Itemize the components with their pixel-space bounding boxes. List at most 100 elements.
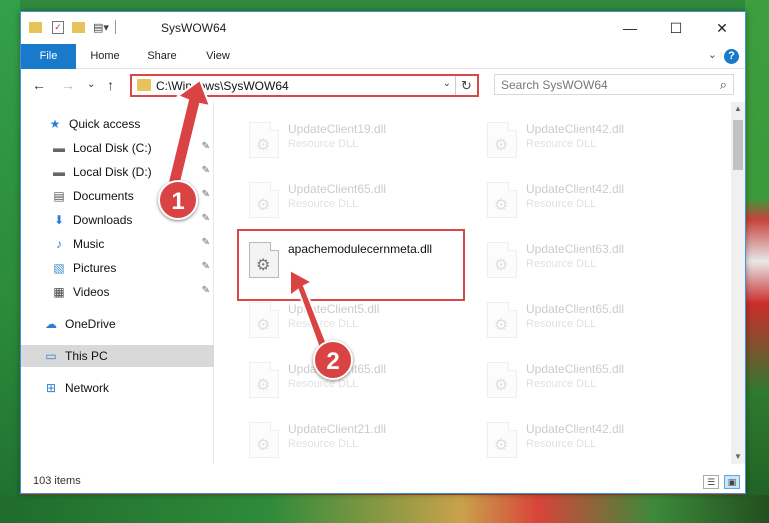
- help-icon[interactable]: ?: [724, 49, 739, 64]
- sidebar-item-music[interactable]: ♪ Music ✎: [21, 233, 214, 255]
- customize-toolbar-icon[interactable]: ▤▾: [93, 21, 109, 34]
- gear-icon: ⚙: [494, 197, 509, 214]
- desktop-background-left: [0, 0, 20, 523]
- gear-icon: ⚙: [256, 197, 271, 214]
- file-item[interactable]: ⚙ UpdateClient21.dll Resource DLL: [237, 416, 463, 464]
- step-badge-1: 1: [158, 180, 198, 220]
- pin-icon[interactable]: ✎: [202, 285, 210, 296]
- sidebar-item-label: OneDrive: [65, 317, 116, 331]
- file-item[interactable]: ⚙ UpdateClient65.dll Resource DLL: [475, 356, 701, 412]
- scroll-down-icon[interactable]: ▼: [731, 450, 745, 464]
- file-item[interactable]: ⚙ UpdateClient19.dll Resource DLL: [237, 116, 463, 172]
- dll-file-icon: ⚙: [487, 182, 517, 218]
- ribbon-tabs: File Home Share View ⌄ ?: [21, 44, 745, 69]
- pin-icon[interactable]: ✎: [202, 141, 210, 152]
- address-path[interactable]: C:\Windows\SysWOW64: [156, 79, 289, 93]
- file-type: Resource DLL: [288, 198, 359, 210]
- music-icon: ♪: [56, 237, 62, 251]
- title-bar: ✓ ▤▾ SysWOW64 — ☐ ✕: [21, 12, 745, 44]
- sidebar-item-local-disk-d[interactable]: ▬ Local Disk (D:) ✎: [21, 161, 214, 183]
- folder-icon: [29, 21, 42, 33]
- file-type: Resource DLL: [526, 318, 597, 330]
- forward-button[interactable]: →: [61, 77, 75, 93]
- tab-share[interactable]: Share: [139, 44, 185, 69]
- chevron-down-icon[interactable]: ⌄: [708, 48, 717, 61]
- pin-icon[interactable]: ✎: [202, 237, 210, 248]
- file-item[interactable]: ⚙ UpdateClient42.dll Resource DLL: [475, 116, 701, 172]
- documents-icon: ▤: [53, 189, 65, 203]
- tab-file[interactable]: File: [21, 44, 76, 69]
- quick-access-toolbar: ✓ ▤▾: [29, 20, 116, 34]
- recent-locations-button[interactable]: ⌄: [87, 79, 95, 90]
- vertical-scrollbar[interactable]: ▲ ▼: [731, 102, 745, 464]
- tab-view[interactable]: View: [196, 44, 240, 69]
- pin-icon[interactable]: ✎: [202, 165, 210, 176]
- sidebar-item-label: Pictures: [73, 261, 117, 275]
- sidebar-item-onedrive[interactable]: ☁ OneDrive: [21, 313, 214, 335]
- dll-file-icon: ⚙: [249, 182, 279, 218]
- sidebar-item-label: Network: [65, 381, 110, 395]
- new-folder-icon[interactable]: [72, 21, 85, 33]
- scroll-up-icon[interactable]: ▲: [731, 102, 745, 116]
- file-item[interactable]: ⚙ UpdateClient63.dll Resource DLL: [475, 236, 701, 292]
- sidebar-item-this-pc[interactable]: ▭ This PC: [21, 345, 214, 367]
- sidebar-item-network[interactable]: ⊞ Network: [21, 377, 214, 399]
- pin-icon[interactable]: ✎: [202, 261, 210, 272]
- dll-file-icon: ⚙: [249, 302, 279, 338]
- dll-file-icon: ⚙: [487, 242, 517, 278]
- dll-file-icon: ⚙: [487, 302, 517, 338]
- computer-icon: ▭: [45, 349, 57, 363]
- dll-file-icon: ⚙: [249, 122, 279, 158]
- refresh-button[interactable]: ↻: [455, 76, 477, 95]
- details-view-icon[interactable]: ☰: [703, 475, 719, 489]
- file-type: Resource DLL: [526, 258, 597, 270]
- navigation-bar: ← → ⌄ ↑ C:\Windows\SysWOW64 ⌄ ↻ Search S…: [21, 69, 745, 102]
- maximize-button[interactable]: ☐: [653, 12, 699, 44]
- file-type: Resource DLL: [288, 318, 359, 330]
- properties-icon[interactable]: ✓: [52, 20, 64, 34]
- sidebar-item-videos[interactable]: ▦ Videos ✎: [21, 281, 214, 303]
- drive-icon: ▬: [53, 165, 65, 179]
- gear-icon: ⚙: [256, 137, 271, 154]
- close-button[interactable]: ✕: [699, 12, 745, 44]
- sidebar-item-label: Videos: [73, 285, 110, 299]
- sidebar-item-quick-access[interactable]: ★ Quick access: [21, 113, 214, 135]
- file-item[interactable]: ⚙ UpdateClient42.dll Resource DLL: [475, 416, 701, 464]
- pin-icon[interactable]: ✎: [202, 189, 210, 200]
- large-icons-view-icon[interactable]: ▣: [724, 475, 740, 489]
- search-icon[interactable]: ⌕: [720, 77, 727, 93]
- dll-file-icon: ⚙: [487, 362, 517, 398]
- sidebar-item-label: Local Disk (D:): [73, 165, 152, 179]
- navigation-pane: ★ Quick access ▬ Local Disk (C:) ✎ ▬ Loc…: [21, 102, 214, 464]
- file-name: UpdateClient19.dll: [288, 122, 387, 136]
- file-item[interactable]: ⚙ UpdateClient5.dll Resource DLL: [237, 296, 463, 352]
- file-type: Resource DLL: [526, 138, 597, 150]
- file-type: Resource DLL: [526, 378, 597, 390]
- file-name: UpdateClient42.dll: [526, 122, 625, 136]
- sidebar-item-pictures[interactable]: ▧ Pictures ✎: [21, 257, 214, 279]
- sidebar-item-label: Quick access: [69, 117, 141, 131]
- address-bar[interactable]: C:\Windows\SysWOW64 ⌄ ↻: [130, 74, 479, 97]
- file-item[interactable]: ⚙ UpdateClient42.dll Resource DLL: [475, 176, 701, 232]
- dll-file-icon: ⚙: [249, 422, 279, 458]
- search-input[interactable]: Search SysWOW64 ⌕: [494, 74, 734, 95]
- sidebar-item-local-disk-c[interactable]: ▬ Local Disk (C:) ✎: [21, 137, 214, 159]
- pin-icon[interactable]: ✎: [202, 213, 210, 224]
- file-type: Resource DLL: [526, 198, 597, 210]
- file-item[interactable]: ⚙ UpdateClient65.dll Resource DLL: [475, 296, 701, 352]
- gear-icon: ⚙: [494, 137, 509, 154]
- tab-home[interactable]: Home: [81, 44, 129, 69]
- chevron-down-icon[interactable]: ⌄: [443, 78, 451, 89]
- sidebar-item-label: This PC: [65, 349, 108, 363]
- minimize-button[interactable]: —: [607, 12, 653, 44]
- file-highlight-box: [237, 229, 465, 301]
- up-button[interactable]: ↑: [107, 77, 114, 93]
- back-button[interactable]: ←: [32, 77, 46, 93]
- scrollbar-thumb[interactable]: [733, 120, 743, 170]
- desktop-background-right: [745, 0, 769, 523]
- sidebar-item-label: Downloads: [73, 213, 133, 227]
- file-item[interactable]: ⚙ UpdateClient65.dll Resource DLL: [237, 176, 463, 232]
- dll-file-icon: ⚙: [487, 422, 517, 458]
- file-name: UpdateClient65.dll: [288, 182, 387, 196]
- desktop-background-bottom: [0, 495, 769, 523]
